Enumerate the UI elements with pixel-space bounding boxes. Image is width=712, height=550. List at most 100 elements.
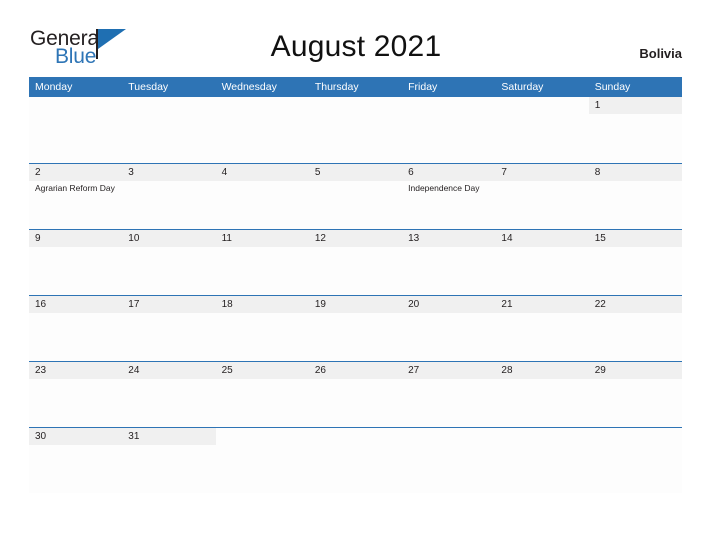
calendar-day-16[interactable]: 16 xyxy=(29,296,123,361)
day-number: 8 xyxy=(588,164,682,181)
day-events: Agrarian Reform Day xyxy=(29,181,122,194)
calendar-weeks: 1 2 Agrarian Reform Day 3 4 5 6 Independence Da… xyxy=(29,97,682,493)
day-number xyxy=(589,428,682,445)
calendar-day-empty xyxy=(215,428,309,493)
calendar-day-empty xyxy=(29,97,123,163)
day-number: 19 xyxy=(308,296,403,313)
calendar-day-8[interactable]: 8 xyxy=(588,164,682,229)
day-number: 2 xyxy=(29,164,123,181)
day-number: 16 xyxy=(29,296,123,313)
day-number xyxy=(216,428,309,445)
calendar-week-row: 1 xyxy=(29,97,682,163)
calendar-day-empty xyxy=(308,97,403,163)
weekday-header-thursday: Thursday xyxy=(314,81,359,93)
calendar-day-empty xyxy=(495,428,589,493)
day-number xyxy=(216,97,309,114)
calendar-day-3[interactable]: 3 xyxy=(122,164,216,229)
calendar-day-30[interactable]: 30 xyxy=(29,428,123,493)
weekday-header-sunday: Sunday xyxy=(594,81,631,93)
day-number xyxy=(309,428,402,445)
weekday-header-monday: Monday xyxy=(35,81,73,93)
calendar-day-18[interactable]: 18 xyxy=(215,296,309,361)
calendar-day-29[interactable]: 29 xyxy=(588,362,682,427)
weekday-header-row: Monday Tuesday Wednesday Thursday Friday Satu… xyxy=(29,77,682,97)
calendar-day-31[interactable]: 31 xyxy=(122,428,216,493)
calendar-day-empty xyxy=(402,428,496,493)
day-number: 10 xyxy=(122,230,216,247)
day-number: 21 xyxy=(495,296,589,313)
country-label: Bolivia xyxy=(639,46,682,61)
calendar-day-15[interactable]: 15 xyxy=(588,230,682,295)
page-header: General Blue August 2021 Bolivia xyxy=(0,0,712,76)
calendar-week-row: 2 Agrarian Reform Day 3 4 5 6 Independence Day… xyxy=(29,163,682,229)
day-number: 23 xyxy=(29,362,123,379)
day-number: 31 xyxy=(122,428,216,445)
calendar-day-23[interactable]: 23 xyxy=(29,362,123,427)
calendar-day-24[interactable]: 24 xyxy=(122,362,216,427)
day-events: Independence Day xyxy=(402,181,495,194)
calendar-day-28[interactable]: 28 xyxy=(495,362,589,427)
calendar-day-1[interactable]: 1 xyxy=(588,97,682,163)
day-number xyxy=(309,97,402,114)
day-number xyxy=(402,97,495,114)
day-number xyxy=(495,428,588,445)
day-number: 11 xyxy=(215,230,309,247)
day-number: 4 xyxy=(215,164,309,181)
calendar-day-7[interactable]: 7 xyxy=(495,164,589,229)
calendar-day-22[interactable]: 22 xyxy=(588,296,682,361)
day-number: 12 xyxy=(308,230,403,247)
calendar-week-row: 23 24 25 26 27 28 29 xyxy=(29,361,682,427)
calendar-day-20[interactable]: 20 xyxy=(402,296,496,361)
calendar-day-26[interactable]: 26 xyxy=(308,362,403,427)
calendar-day-13[interactable]: 13 xyxy=(402,230,496,295)
day-number: 28 xyxy=(495,362,589,379)
calendar-day-10[interactable]: 10 xyxy=(122,230,216,295)
calendar-day-25[interactable]: 25 xyxy=(215,362,309,427)
day-number xyxy=(122,97,215,114)
calendar-week-row: 16 17 18 19 20 21 22 xyxy=(29,295,682,361)
day-number xyxy=(495,97,588,114)
weekday-header-saturday: Saturday xyxy=(501,81,544,93)
holiday-event: Independence Day xyxy=(408,183,480,193)
day-number: 1 xyxy=(588,97,682,114)
calendar-week-row: 9 10 11 12 13 14 15 xyxy=(29,229,682,295)
calendar-day-empty xyxy=(588,428,682,493)
day-number: 29 xyxy=(588,362,682,379)
holiday-event: Agrarian Reform Day xyxy=(35,183,115,193)
calendar-day-27[interactable]: 27 xyxy=(402,362,496,427)
calendar-day-empty xyxy=(215,97,309,163)
calendar-day-empty xyxy=(495,97,589,163)
calendar-day-empty xyxy=(122,97,216,163)
day-number: 26 xyxy=(308,362,403,379)
calendar-day-12[interactable]: 12 xyxy=(308,230,403,295)
day-number xyxy=(402,428,495,445)
calendar-day-17[interactable]: 17 xyxy=(122,296,216,361)
calendar-day-21[interactable]: 21 xyxy=(495,296,589,361)
day-number: 22 xyxy=(588,296,682,313)
calendar-day-19[interactable]: 19 xyxy=(308,296,403,361)
calendar-day-empty xyxy=(402,97,496,163)
day-number: 9 xyxy=(29,230,123,247)
calendar-page: General Blue August 2021 Bolivia Monday T… xyxy=(0,0,712,550)
day-number: 15 xyxy=(588,230,682,247)
day-number: 18 xyxy=(215,296,309,313)
weekday-header-tuesday: Tuesday xyxy=(128,81,169,93)
calendar-grid: Monday Tuesday Wednesday Thursday Friday Satu… xyxy=(29,77,682,493)
day-number: 3 xyxy=(122,164,216,181)
calendar-day-6[interactable]: 6 Independence Day xyxy=(402,164,496,229)
calendar-day-empty xyxy=(308,428,403,493)
calendar-day-4[interactable]: 4 xyxy=(215,164,309,229)
calendar-day-5[interactable]: 5 xyxy=(308,164,403,229)
calendar-day-9[interactable]: 9 xyxy=(29,230,123,295)
day-number: 30 xyxy=(29,428,123,445)
day-number: 13 xyxy=(402,230,496,247)
calendar-week-row: 30 31 xyxy=(29,427,682,493)
calendar-day-14[interactable]: 14 xyxy=(495,230,589,295)
day-number: 25 xyxy=(215,362,309,379)
day-number: 14 xyxy=(495,230,589,247)
day-number: 24 xyxy=(122,362,216,379)
calendar-day-11[interactable]: 11 xyxy=(215,230,309,295)
weekday-header-friday: Friday xyxy=(408,81,438,93)
calendar-day-2[interactable]: 2 Agrarian Reform Day xyxy=(29,164,123,229)
day-number: 27 xyxy=(402,362,496,379)
